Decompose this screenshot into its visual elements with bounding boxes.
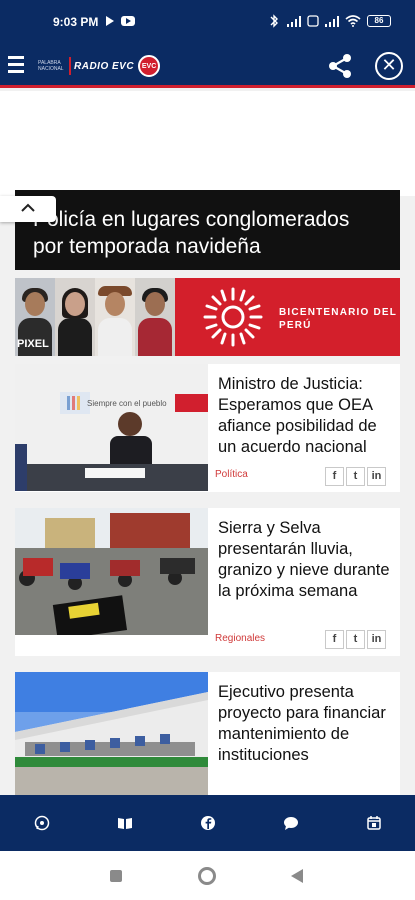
whatsapp-icon[interactable] xyxy=(33,814,51,832)
news-image xyxy=(15,672,208,795)
news-category[interactable]: Regionales xyxy=(215,633,265,644)
bottom-nav xyxy=(0,795,415,851)
youtube-icon xyxy=(121,16,135,26)
person-photo xyxy=(55,278,95,356)
play-icon xyxy=(106,16,114,26)
book-icon[interactable] xyxy=(116,814,134,832)
collapse-button[interactable] xyxy=(0,196,56,222)
logo-subtitle: PALABRA NACIONAL xyxy=(38,60,64,72)
battery-icon: 86 xyxy=(367,15,391,27)
bicentenario-text: BICENTENARIO DEL PERÚ xyxy=(279,307,397,331)
person-photo xyxy=(95,278,135,356)
share-icon[interactable] xyxy=(326,52,354,80)
linkedin-icon[interactable]: in xyxy=(367,630,386,649)
news-image: Siempre con el pueblo xyxy=(15,364,208,491)
bicentenario-logo xyxy=(203,287,263,347)
news-image xyxy=(15,508,208,635)
menu-icon[interactable] xyxy=(8,56,24,74)
hero-title: Policía en lugares conglomerados por tem… xyxy=(33,208,350,258)
facebook-icon[interactable]: f xyxy=(325,630,344,649)
ad-space xyxy=(0,91,415,196)
app-header: PALABRA NACIONAL RADIO EVC EVC ✕ xyxy=(0,44,415,88)
news-card[interactable]: Siempre con el pueblo Ministro de Justic… xyxy=(15,364,400,492)
back-button[interactable] xyxy=(291,869,303,883)
news-title: Ejecutivo presenta proyecto para financi… xyxy=(218,683,386,764)
bicentenario-banner[interactable]: PIXEL BICENTENARIO DEL PERÚ xyxy=(15,278,400,356)
news-category[interactable]: Política xyxy=(215,469,248,480)
hero-card[interactable]: Policía en lugares conglomerados por tem… xyxy=(15,190,400,270)
share-buttons: f t in xyxy=(325,467,386,486)
bluetooth-icon xyxy=(270,14,278,28)
facebook-icon[interactable] xyxy=(199,814,217,832)
person-photo: PIXEL xyxy=(15,278,55,356)
recent-apps-button[interactable] xyxy=(110,870,122,882)
calendar-icon[interactable] xyxy=(365,814,383,832)
system-nav-bar xyxy=(0,851,415,900)
logo[interactable]: PALABRA NACIONAL RADIO EVC EVC xyxy=(38,54,161,78)
image-caption: Siempre con el pueblo xyxy=(87,399,167,408)
signal-icon-2 xyxy=(325,15,339,27)
pixel-text: PIXEL xyxy=(17,338,49,350)
status-bar: 9:03 PM 86 xyxy=(0,0,415,44)
bicentenario-panel: BICENTENARIO DEL PERÚ xyxy=(175,278,400,356)
wifi-icon xyxy=(345,15,361,27)
news-card[interactable]: Sierra y Selva presentarán lluvia, grani… xyxy=(15,508,400,656)
news-title: Ministro de Justicia: Esperamos que OEA … xyxy=(218,375,377,456)
chevron-up-icon xyxy=(21,203,35,212)
logo-text: RADIO EVC xyxy=(74,60,135,72)
twitter-icon[interactable]: t xyxy=(346,630,365,649)
logo-divider xyxy=(69,57,71,75)
news-card[interactable]: Ejecutivo presenta proyecto para financi… xyxy=(15,672,400,795)
volte-icon xyxy=(307,15,319,27)
status-time: 9:03 PM xyxy=(53,15,99,29)
status-icons: 86 xyxy=(267,14,391,28)
chat-icon[interactable] xyxy=(282,814,300,832)
person-photo xyxy=(135,278,175,356)
signal-icon xyxy=(287,15,301,27)
logo-badge: EVC xyxy=(138,55,161,77)
banner-photos: PIXEL xyxy=(15,278,175,356)
linkedin-icon[interactable]: in xyxy=(367,467,386,486)
facebook-icon[interactable]: f xyxy=(325,467,344,486)
news-title: Sierra y Selva presentarán lluvia, grani… xyxy=(218,519,390,600)
share-buttons: f t in xyxy=(325,630,386,649)
twitter-icon[interactable]: t xyxy=(346,467,365,486)
home-button[interactable] xyxy=(198,867,216,885)
close-icon[interactable]: ✕ xyxy=(375,52,403,80)
